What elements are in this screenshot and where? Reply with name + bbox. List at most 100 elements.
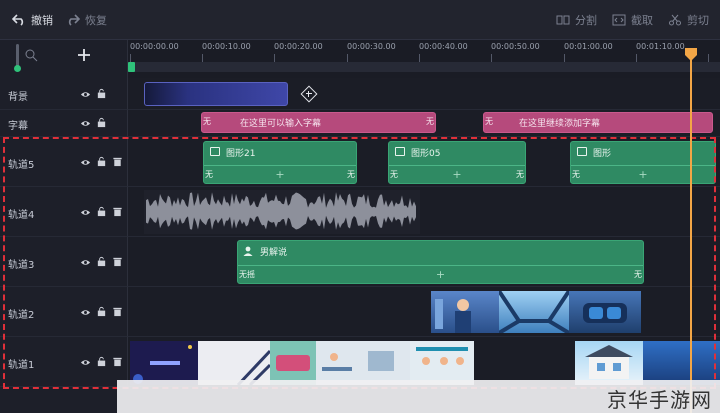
clip-bottom-bar: 无 + 无 <box>204 165 356 183</box>
track-header-1: 轨道1 <box>0 337 128 387</box>
track-label: 轨道1 <box>8 360 35 371</box>
video-thumbnail[interactable] <box>270 341 316 385</box>
ruler-tick-label: 00:00:10.00 <box>202 42 251 51</box>
video-thumbnail[interactable] <box>643 341 720 385</box>
video-thumbnail[interactable] <box>575 341 643 385</box>
background-clip[interactable] <box>144 82 288 106</box>
video-thumbnail[interactable] <box>569 291 641 333</box>
clip-edge-label: 无 <box>205 170 213 179</box>
house-image <box>585 345 633 379</box>
narrator-clip[interactable]: 男解说 无摇 + 无 <box>237 240 644 284</box>
time-ruler[interactable]: 00:00:00.00 00:00:10.00 00:00:20.00 00:0… <box>128 40 720 78</box>
lane-track4[interactable] <box>128 187 720 237</box>
redo-icon <box>68 14 80 26</box>
split-label: 分割 <box>575 14 597 27</box>
ruler-tick-label: 00:00:40.00 <box>419 42 468 51</box>
track-header-background: 背景 <box>0 78 128 110</box>
stripes-image <box>236 349 270 385</box>
add-transition-icon[interactable]: + <box>436 268 445 281</box>
lock-icon[interactable] <box>96 256 107 267</box>
track-label: 轨道4 <box>8 210 35 221</box>
eye-icon[interactable] <box>80 257 91 268</box>
trash-icon[interactable] <box>112 306 123 317</box>
graphic-clip[interactable]: 图形21 无 + 无 <box>203 141 357 184</box>
trash-icon[interactable] <box>112 156 123 167</box>
lock-icon[interactable] <box>96 88 107 99</box>
timeline-controls <box>0 40 128 78</box>
lane-track5[interactable]: 图形21 无 + 无 图形05 无 + 无 图形 无 + <box>128 137 720 187</box>
image-icon <box>210 147 220 156</box>
lane-background[interactable] <box>128 78 720 110</box>
undo-icon <box>12 14 24 26</box>
clip-edge-label: 无 <box>634 270 642 279</box>
eye-icon[interactable] <box>80 118 91 129</box>
graphic-clip[interactable]: 图形 无 + <box>570 141 716 184</box>
lock-icon[interactable] <box>96 156 107 167</box>
video-thumbnail[interactable] <box>316 341 410 385</box>
video-thumbnail[interactable] <box>130 341 198 385</box>
cut-button[interactable]: 剪切 <box>668 10 709 30</box>
eye-icon[interactable] <box>80 307 91 318</box>
playhead[interactable] <box>690 48 692 413</box>
lock-icon[interactable] <box>96 117 107 128</box>
add-track-icon[interactable] <box>77 48 91 62</box>
video-thumbnail[interactable] <box>499 291 569 333</box>
split-button[interactable]: 分割 <box>556 10 597 30</box>
clip-bottom-bar: 无摇 + 无 <box>238 265 643 283</box>
office-scene-image <box>322 351 394 371</box>
clip-title: 图形05 <box>411 149 441 159</box>
zoom-icon <box>25 49 38 62</box>
clip-title: 图形 <box>593 149 612 159</box>
video-thumbnail[interactable] <box>198 341 270 385</box>
trash-icon[interactable] <box>112 206 123 217</box>
lock-icon[interactable] <box>96 356 107 367</box>
trash-icon[interactable] <box>112 256 123 267</box>
audio-waveform[interactable] <box>144 190 424 234</box>
redo-button[interactable]: 恢复 <box>66 10 107 30</box>
watermark: 京华手游网 <box>117 380 720 413</box>
split-icon <box>556 15 570 25</box>
add-transition-icon[interactable]: + <box>275 168 284 181</box>
eye-icon[interactable] <box>80 157 91 168</box>
eye-icon[interactable] <box>80 357 91 368</box>
eye-icon[interactable] <box>80 207 91 218</box>
playhead-handle[interactable] <box>683 48 699 62</box>
crop-button[interactable]: 截取 <box>612 10 653 30</box>
clip-edge-label: 无 <box>485 117 493 126</box>
subtitle-clip[interactable]: 无 在这里继续添加字幕 <box>483 112 713 133</box>
shape-icon <box>577 147 587 156</box>
video-thumbnail[interactable] <box>410 341 474 385</box>
graphic-clip[interactable]: 图形05 无 + 无 <box>388 141 526 184</box>
track-header-2: 轨道2 <box>0 287 128 337</box>
track-label: 轨道3 <box>8 260 35 271</box>
add-transition-icon[interactable]: + <box>638 168 647 181</box>
track-label: 轨道5 <box>8 160 35 171</box>
title-card-image <box>133 345 192 384</box>
video-thumbnail[interactable] <box>431 291 499 333</box>
track-header-subtitle: 字幕 <box>0 110 128 137</box>
zoom-slider-handle[interactable] <box>14 65 21 72</box>
undo-button[interactable]: 撤销 <box>12 10 53 30</box>
timeline-start-marker[interactable] <box>128 62 135 72</box>
timeline-scroll-track[interactable] <box>128 62 720 72</box>
eye-icon[interactable] <box>80 89 91 100</box>
subtitle-clip[interactable]: 无 在这里可以输入字幕 无 <box>201 112 436 133</box>
subtitle-text: 在这里继续添加字幕 <box>519 119 601 129</box>
lane-track3[interactable]: 男解说 无摇 + 无 <box>128 237 720 287</box>
track-label: 轨道2 <box>8 310 35 321</box>
track-label: 背景 <box>8 92 28 103</box>
character-scene-image <box>435 299 471 333</box>
cut-label: 剪切 <box>687 14 709 27</box>
lane-track2[interactable] <box>128 287 720 337</box>
trash-icon[interactable] <box>112 356 123 367</box>
track-header-3: 轨道3 <box>0 237 128 287</box>
track-header-4: 轨道4 <box>0 187 128 237</box>
ruler-tick-label: 00:00:20.00 <box>274 42 323 51</box>
lock-icon[interactable] <box>96 206 107 217</box>
clip-title: 图形21 <box>226 149 256 159</box>
add-keyframe-icon[interactable] <box>300 85 318 103</box>
add-transition-icon[interactable]: + <box>452 168 461 181</box>
lock-icon[interactable] <box>96 306 107 317</box>
lane-subtitle[interactable]: 无 在这里可以输入字幕 无 无 在这里继续添加字幕 <box>128 110 720 137</box>
watermark-text: 京华手游网 <box>607 388 712 412</box>
